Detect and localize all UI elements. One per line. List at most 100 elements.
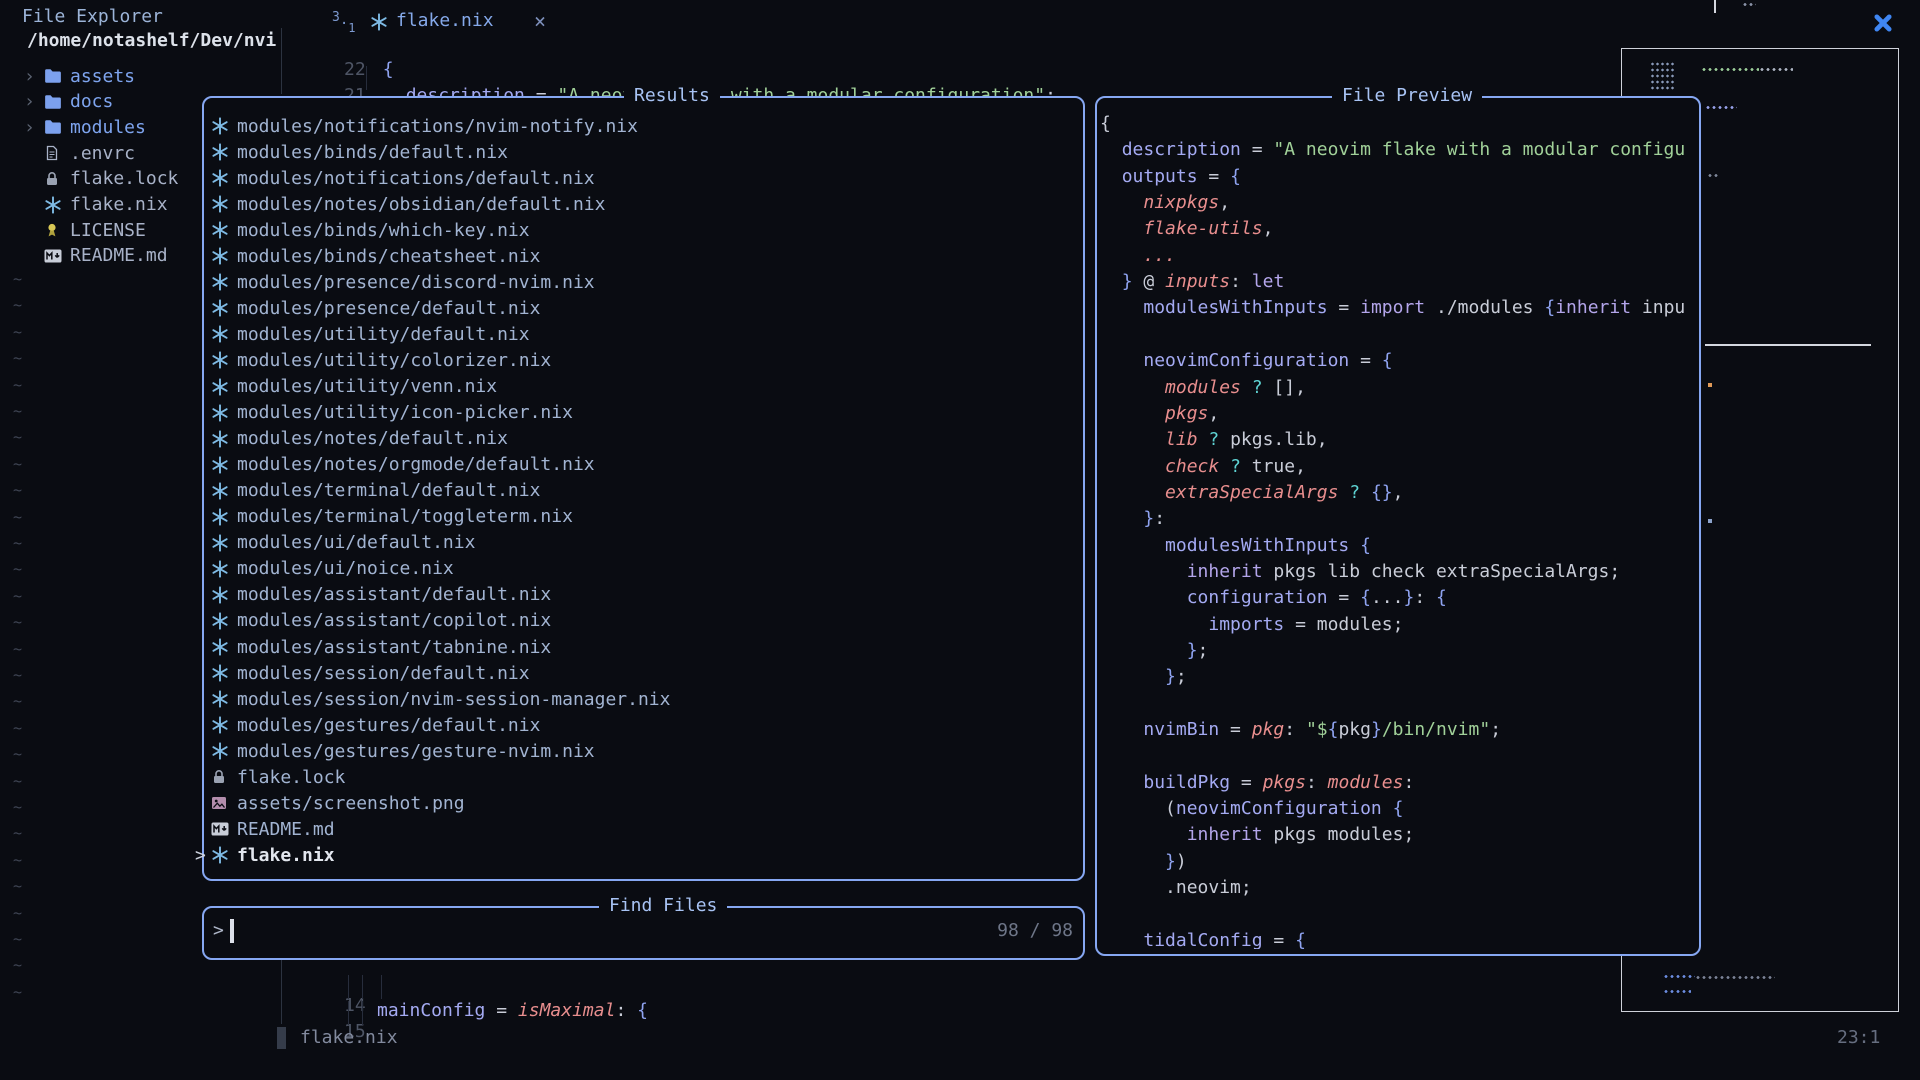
result-item[interactable]: modules/terminal/default.nix <box>195 478 540 504</box>
result-item[interactable]: modules/utility/venn.nix <box>195 374 497 400</box>
empty-line-tilde: ~ <box>13 428 22 454</box>
empty-line-tilde: ~ <box>13 587 22 613</box>
result-item[interactable]: modules/notifications/default.nix <box>195 165 595 191</box>
tree-item-.envrc[interactable]: .envrc <box>24 140 135 166</box>
empty-line-tilde: ~ <box>13 349 22 375</box>
result-item-label: modules/terminal/default.nix <box>237 480 540 501</box>
preview-code-line: flake-utils, <box>1100 218 1273 244</box>
result-item-label: modules/utility/venn.nix <box>237 376 497 397</box>
result-item[interactable]: modules/notes/default.nix <box>195 426 508 452</box>
minimap-code-dots <box>1707 173 1719 178</box>
result-item[interactable]: modules/assistant/tabnine.nix <box>195 634 551 660</box>
lock-icon <box>211 769 233 785</box>
statusline-position: 23:1 <box>1837 1027 1880 1048</box>
result-item[interactable]: modules/ui/noice.nix <box>195 556 454 582</box>
nix-icon <box>370 13 392 31</box>
statusline-mode-block <box>277 1027 286 1049</box>
nix-icon <box>211 612 233 630</box>
result-item[interactable]: modules/binds/cheatsheet.nix <box>195 243 540 269</box>
editor-line: 22{ <box>300 38 394 64</box>
preview-code-line: configuration = {...}: { <box>1100 587 1447 613</box>
result-item[interactable]: modules/notifications/nvim-notify.nix <box>195 113 638 139</box>
result-item[interactable]: modules/notes/orgmode/default.nix <box>195 452 595 478</box>
result-item-label: assets/screenshot.png <box>237 793 465 814</box>
result-item[interactable]: modules/terminal/toggleterm.nix <box>195 504 573 530</box>
result-item-label: modules/presence/discord-nvim.nix <box>237 272 595 293</box>
editor-line: 15 <box>300 1000 366 1026</box>
result-item[interactable]: assets/screenshot.png <box>195 790 465 816</box>
folder-icon <box>44 93 66 111</box>
tree-item-modules[interactable]: ›modules <box>24 114 146 140</box>
chevron-right-icon: › <box>24 91 44 112</box>
result-item[interactable]: modules/binds/default.nix <box>195 139 508 165</box>
tree-item-LICENSE[interactable]: LICENSE <box>24 217 146 243</box>
result-item[interactable]: modules/gestures/default.nix <box>195 712 540 738</box>
telescope-prompt-window[interactable]: Find Files > 98 / 98 <box>202 906 1085 960</box>
nix-icon <box>211 638 233 656</box>
result-item[interactable]: modules/binds/which-key.nix <box>195 217 530 243</box>
nix-icon <box>211 560 233 578</box>
minimap-code-dots <box>1695 975 1775 979</box>
nix-icon <box>211 117 233 135</box>
window-separator[interactable] <box>281 958 282 1024</box>
empty-line-tilde: ~ <box>13 798 22 824</box>
tree-item-assets[interactable]: ›assets <box>24 63 135 89</box>
result-item-label: modules/ui/noice.nix <box>237 558 454 579</box>
result-item[interactable]: flake.lock <box>195 764 345 790</box>
tree-item-README.md[interactable]: README.md <box>24 243 168 269</box>
empty-line-tilde: ~ <box>13 824 22 850</box>
minimap-code-dots <box>1759 67 1793 72</box>
tree-item-flake.lock[interactable]: flake.lock <box>24 166 178 192</box>
result-item-label: modules/notes/default.nix <box>237 428 508 449</box>
window-close-icon[interactable] <box>1872 12 1894 34</box>
result-item[interactable]: modules/utility/icon-picker.nix <box>195 400 573 426</box>
result-item[interactable]: modules/presence/discord-nvim.nix <box>195 269 595 295</box>
text-cursor[interactable] <box>230 919 234 943</box>
empty-line-tilde: ~ <box>13 376 22 402</box>
result-item[interactable]: modules/assistant/default.nix <box>195 582 551 608</box>
result-item-label: flake.lock <box>237 767 345 788</box>
preview-code-line: nixpkgs, <box>1100 192 1230 218</box>
empty-line-tilde: ~ <box>13 560 22 586</box>
markdown-icon <box>211 821 233 837</box>
nix-icon <box>211 169 233 187</box>
empty-line-tilde: ~ <box>13 666 22 692</box>
preview-code-line: extraSpecialArgs ? {}, <box>1100 482 1403 508</box>
result-item[interactable]: modules/utility/colorizer.nix <box>195 347 551 373</box>
preview-code-line: nvimBin = pkg: "${pkg}/bin/nvim"; <box>1100 719 1501 745</box>
tree-item-flake.nix[interactable]: flake.nix <box>24 192 168 218</box>
result-item[interactable]: modules/session/default.nix <box>195 660 530 686</box>
empty-line-tilde: ~ <box>13 983 22 1009</box>
buffer-indicator: 3·1 <box>332 10 356 35</box>
tab-close-icon[interactable]: × <box>534 9 546 33</box>
result-item[interactable]: modules/assistant/copilot.nix <box>195 608 551 634</box>
winbar: 3·1 flake.nix × <box>283 8 1920 36</box>
result-item[interactable]: modules/gestures/gesture-nvim.nix <box>195 738 595 764</box>
preview-code-line: check ? true, <box>1100 456 1306 482</box>
result-item[interactable]: modules/presence/default.nix <box>195 295 540 321</box>
minimap-code-dots <box>1705 105 1737 110</box>
nix-icon <box>211 195 233 213</box>
result-item[interactable]: modules/session/nvim-session-manager.nix <box>195 686 670 712</box>
result-item[interactable]: modules/utility/default.nix <box>195 321 530 347</box>
file-preview-window: File Preview { description = "A neovim f… <box>1095 96 1701 956</box>
empty-line-tilde: ~ <box>13 956 22 982</box>
preview-code-line: buildPkg = pkgs: modules: <box>1100 772 1414 798</box>
result-item[interactable]: modules/notes/obsidian/default.nix <box>195 191 605 217</box>
result-item[interactable]: README.md <box>195 816 335 842</box>
indent-guide <box>362 1001 363 1025</box>
explorer-root-path[interactable]: /home/notashelf/Dev/nvi <box>27 30 276 51</box>
nix-icon <box>211 430 233 448</box>
minimap-viewport-indicator[interactable] <box>1705 344 1871 346</box>
tree-item-docs[interactable]: ›docs <box>24 89 113 115</box>
result-item-selected[interactable]: >flake.nix <box>195 842 335 868</box>
result-item-label: modules/gestures/gesture-nvim.nix <box>237 741 595 762</box>
tree-item-label: .envrc <box>70 143 135 164</box>
tab-flake-nix[interactable]: flake.nix <box>396 10 494 31</box>
window-separator[interactable] <box>281 28 282 94</box>
preview-code-line: imports = modules; <box>1100 614 1403 640</box>
telescope-results-window: Results modules/notifications/nvim-notif… <box>202 96 1085 881</box>
nix-icon <box>211 325 233 343</box>
prompt-caret: > <box>213 920 224 941</box>
result-item[interactable]: modules/ui/default.nix <box>195 530 475 556</box>
